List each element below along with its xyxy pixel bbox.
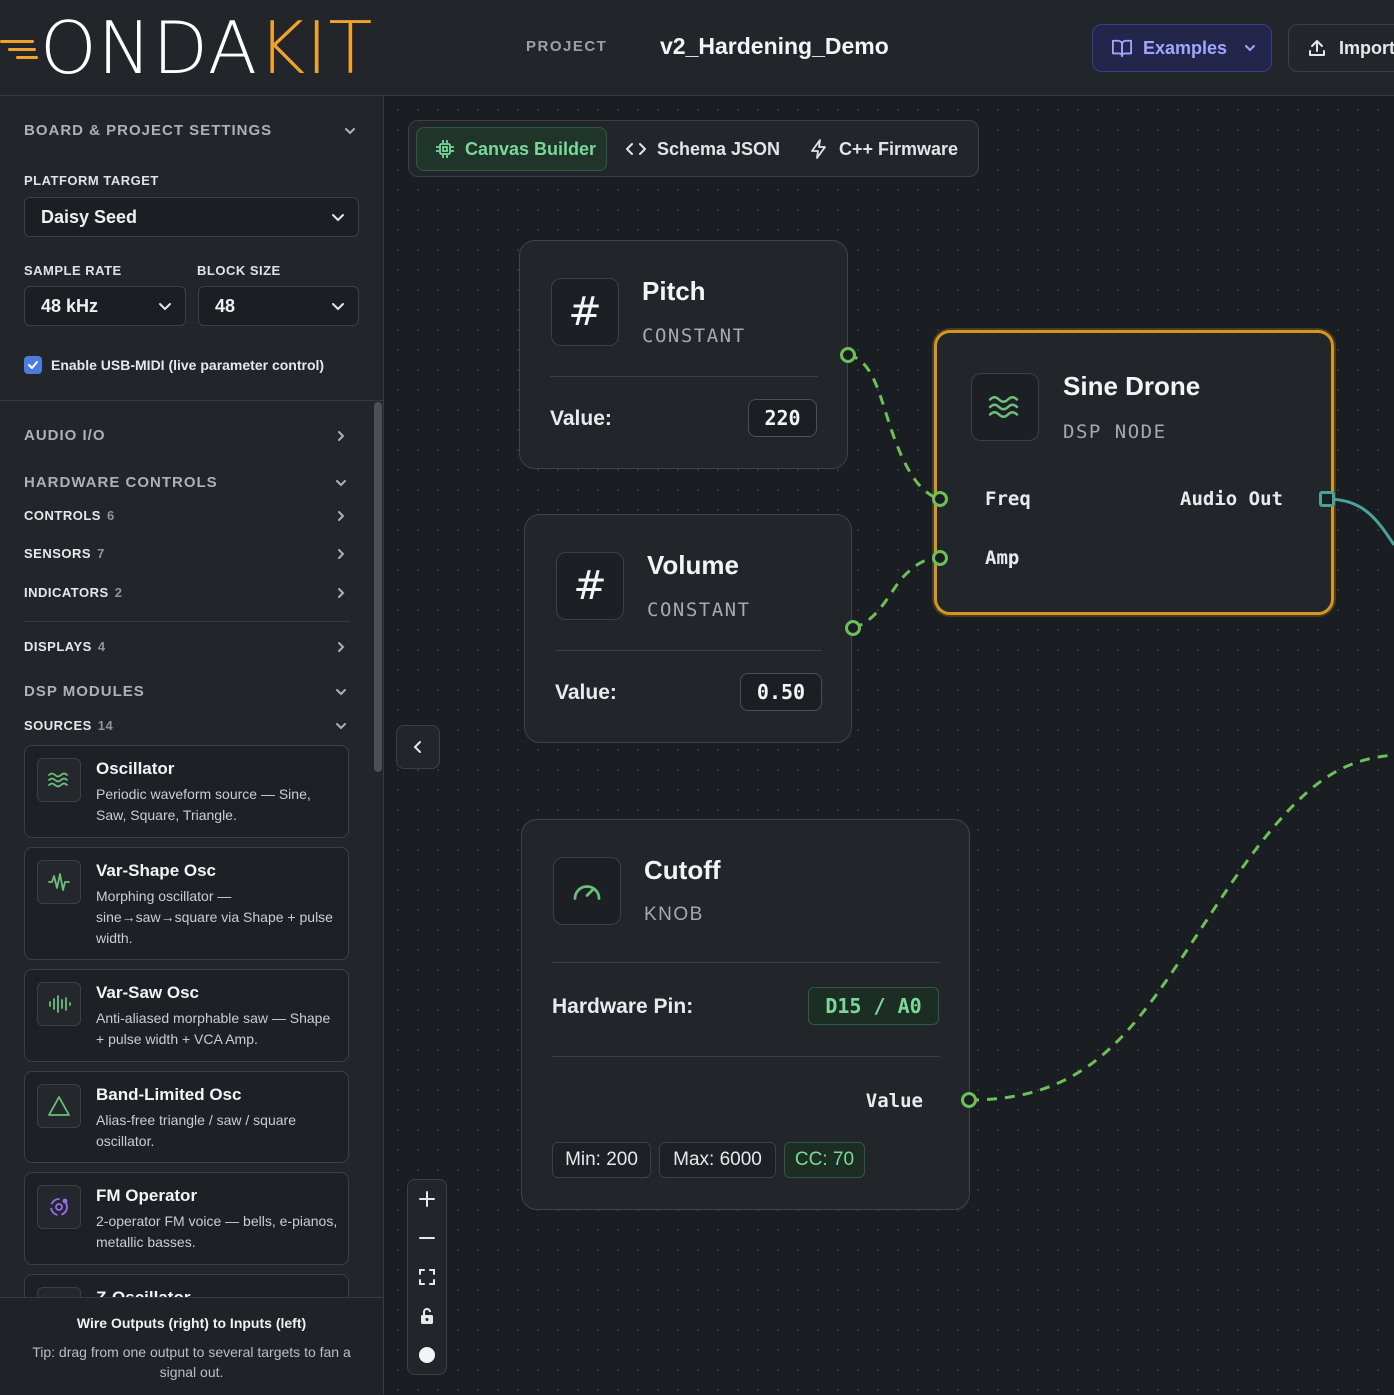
lock-icon — [421, 1308, 433, 1324]
plus-icon — [419, 1191, 435, 1207]
node-type: DSP NODE — [1063, 421, 1167, 443]
minimap-toggle-button[interactable] — [408, 1336, 446, 1374]
input-label-amp: Amp — [985, 547, 1020, 569]
value-label: Value: — [555, 681, 617, 704]
divider — [552, 1056, 940, 1057]
volume-output-port[interactable] — [845, 620, 861, 636]
audio-out-port[interactable] — [1319, 491, 1335, 507]
pitch-value-input[interactable]: 220 — [748, 399, 817, 437]
collapse-sidebar-button[interactable] — [396, 725, 440, 769]
node-title: Pitch — [642, 276, 706, 306]
zoom-out-button[interactable] — [408, 1219, 446, 1257]
tab-schema-json[interactable]: Schema JSON — [625, 127, 780, 171]
tab-cpp-firmware[interactable]: C++ Firmware — [809, 127, 958, 171]
minus-icon — [419, 1237, 435, 1239]
zoom-in-button[interactable] — [408, 1180, 446, 1218]
volume-value-input[interactable]: 0.50 — [740, 673, 822, 711]
wire-volume-to-amp — [852, 556, 941, 630]
amp-input-port[interactable] — [932, 550, 948, 566]
node-title: Volume — [647, 550, 739, 580]
hash-icon: # — [551, 278, 619, 346]
node-pitch[interactable]: # Pitch CONSTANT Value: 220 — [519, 240, 848, 469]
code-icon — [626, 143, 646, 155]
node-type: KNOB — [644, 904, 704, 925]
node-volume[interactable]: # Volume CONSTANT Value: 0.50 — [524, 514, 852, 743]
node-type: CONSTANT — [642, 325, 746, 347]
output-label-value: Value — [865, 1090, 923, 1112]
divider — [550, 376, 818, 377]
wire-pitch-to-freq — [847, 353, 941, 501]
hash-icon: # — [556, 552, 624, 620]
node-sine-drone[interactable]: Sine Drone DSP NODE Freq Amp Audio Out — [934, 330, 1334, 615]
cutoff-output-port[interactable] — [961, 1092, 977, 1108]
wire-cutoff-out — [968, 753, 1394, 1102]
node-cutoff[interactable]: Cutoff KNOB Hardware Pin: D15 / A0 Value… — [521, 819, 970, 1210]
tab-canvas-builder[interactable]: Canvas Builder — [416, 127, 607, 171]
freq-input-port[interactable] — [932, 491, 948, 507]
value-label: Value: — [550, 407, 612, 430]
zap-icon — [811, 139, 826, 159]
chevron-left-icon — [413, 741, 421, 753]
node-title: Sine Drone — [1063, 371, 1201, 401]
divider — [555, 650, 822, 651]
min-badge[interactable]: Min: 200 — [552, 1142, 651, 1178]
divider — [552, 962, 940, 963]
cpu-icon — [436, 140, 454, 158]
waves-icon — [971, 373, 1039, 441]
lock-button[interactable] — [408, 1297, 446, 1335]
wire-audio-out — [1326, 497, 1394, 546]
canvas-controls — [407, 1179, 447, 1375]
fit-view-button[interactable] — [408, 1258, 446, 1296]
pitch-output-port[interactable] — [840, 347, 856, 363]
view-tabs: Canvas Builder Schema JSON C++ Firmware — [408, 120, 979, 177]
node-type: CONSTANT — [647, 599, 751, 621]
hardware-pin-label: Hardware Pin: — [552, 995, 694, 1018]
circle-icon — [419, 1347, 435, 1363]
hardware-pin-select[interactable]: D15 / A0 — [808, 987, 939, 1025]
node-title: Cutoff — [644, 855, 721, 885]
fullscreen-icon — [419, 1269, 435, 1285]
cc-badge[interactable]: CC: 70 — [784, 1142, 865, 1178]
max-badge[interactable]: Max: 6000 — [659, 1142, 776, 1178]
output-label-audio-out: Audio Out — [1180, 488, 1283, 510]
gauge-icon — [553, 857, 621, 925]
input-label-freq: Freq — [985, 488, 1031, 510]
